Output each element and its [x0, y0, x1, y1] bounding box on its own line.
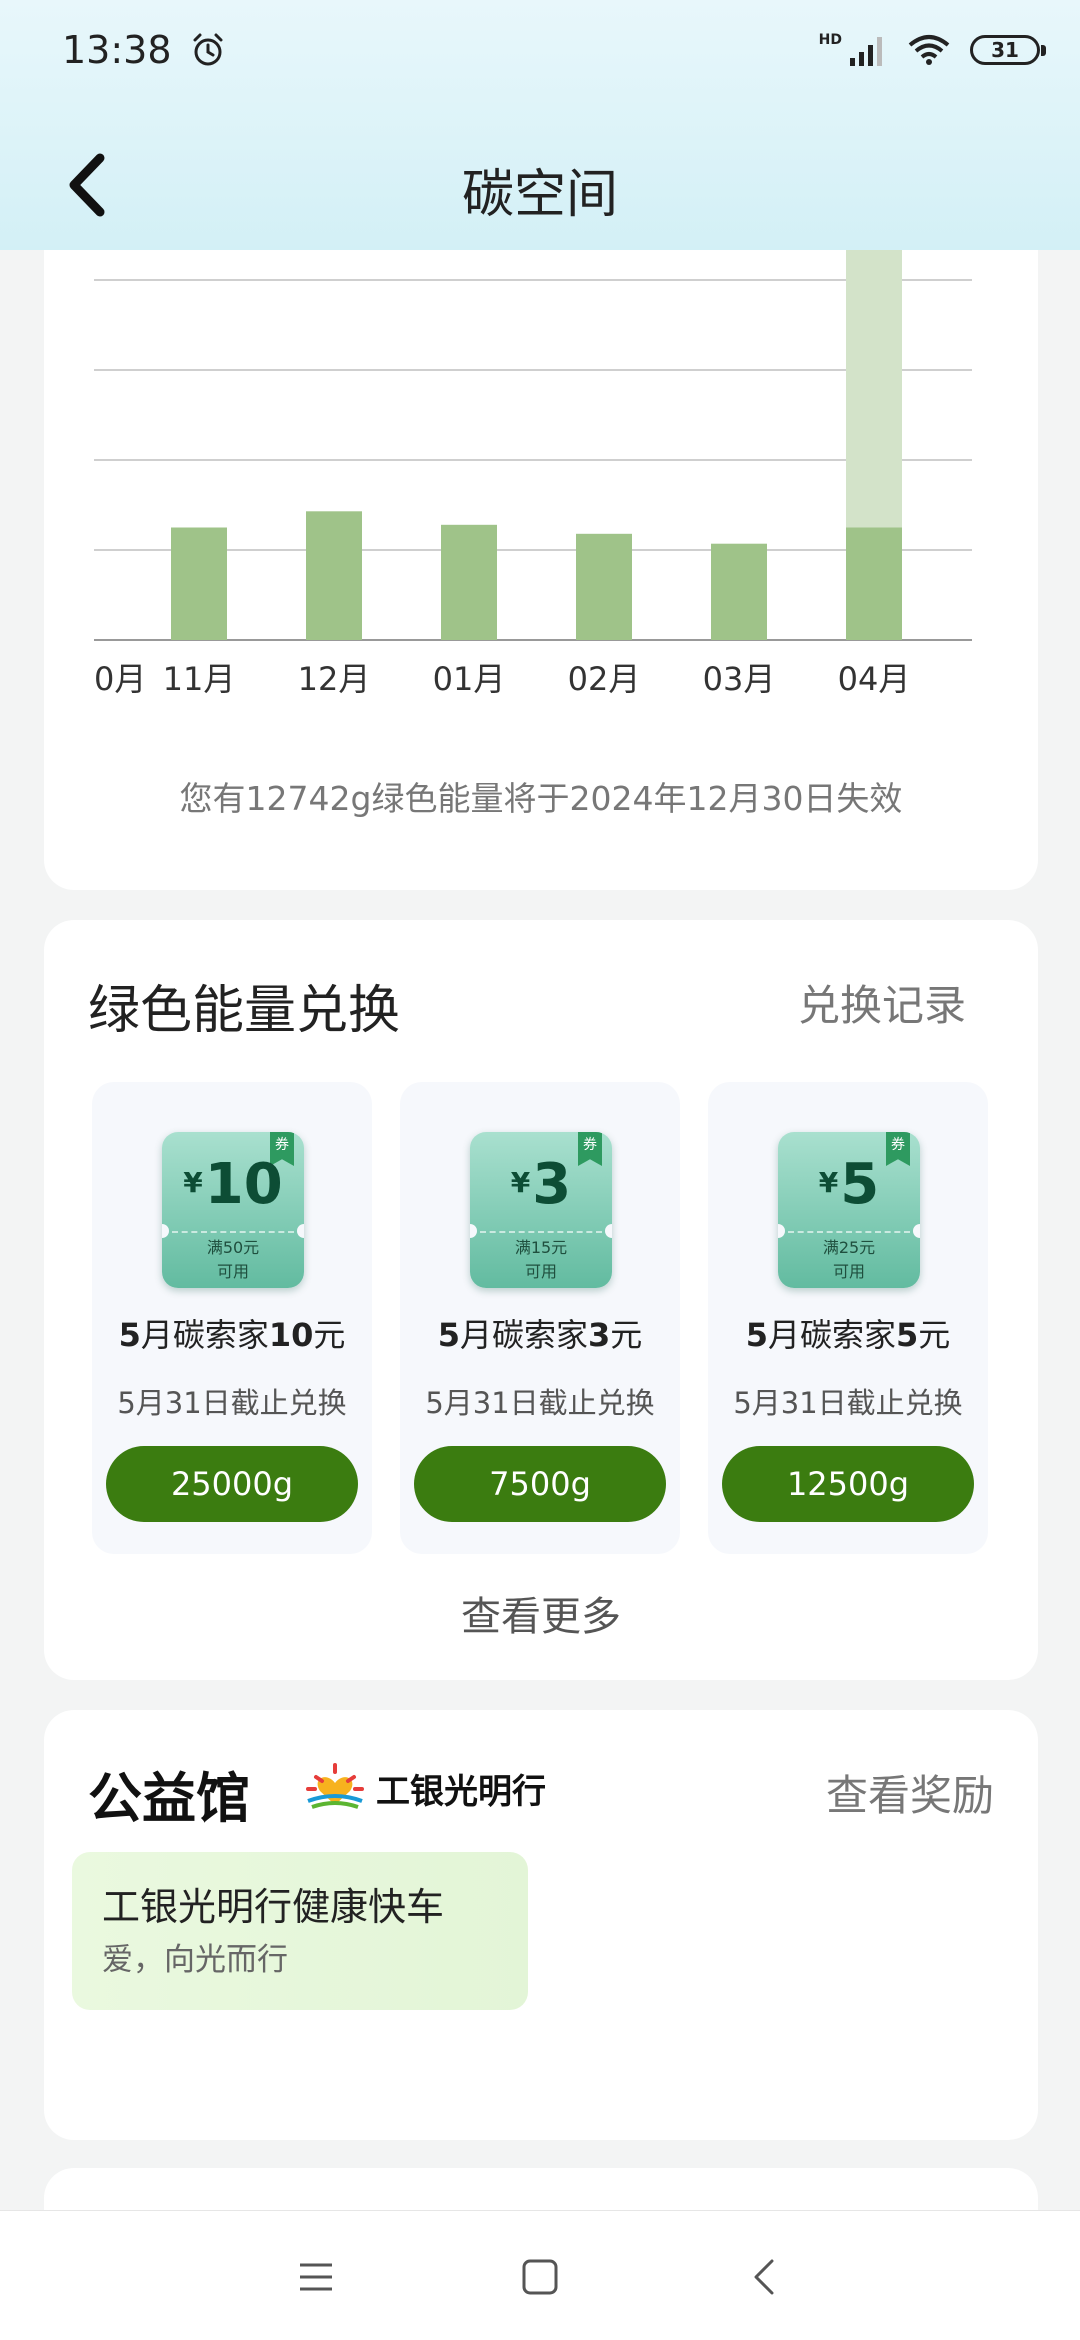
redeem-button[interactable]: 25000g: [106, 1446, 358, 1522]
home-icon[interactable]: [518, 2255, 562, 2299]
x-tick-label: 03月: [703, 660, 776, 698]
status-time: 13:38: [62, 28, 172, 72]
status-icons: HD 31: [818, 32, 1046, 66]
coupon-ticket-icon: 券 ¥10 满50元 可用: [162, 1132, 304, 1288]
coupon-deadline: 5月31日截止兑换: [733, 1386, 963, 1420]
coupon-amount: 10: [204, 1152, 283, 1217]
page-title: 碳空间: [461, 165, 618, 225]
exchange-title: 绿色能量兑换: [88, 981, 401, 1041]
coupon-ticket-icon: 券 ¥5 满25元 可用: [778, 1132, 920, 1288]
coupon-name: 5月碳索家10元: [118, 1316, 346, 1354]
coupon-deadline: 5月31日截止兑换: [425, 1386, 655, 1420]
coupon-name: 5月碳索家5元: [745, 1316, 951, 1354]
coupon-deadline: 5月31日截止兑换: [117, 1386, 347, 1420]
charity-project-subtitle: 爱，向光而行: [102, 1942, 288, 1978]
x-tick-label: 02月: [568, 660, 641, 698]
redeem-button[interactable]: 7500g: [414, 1446, 666, 1522]
battery-icon: 31: [970, 35, 1046, 65]
back-icon[interactable]: [744, 2255, 788, 2299]
yen-sign: ¥: [510, 1166, 531, 1199]
energy-exchange-card: 绿色能量兑换 兑换记录 券 ¥10 满50元 可用 5月碳索家10元 5月31日截…: [44, 920, 1038, 1680]
coupon-name: 5月碳索家3元: [437, 1316, 643, 1354]
coupon-condition: 满50元: [206, 1238, 260, 1257]
view-rewards-link[interactable]: 查看奖励: [826, 1762, 994, 1823]
hd-indicator: HD: [818, 32, 842, 48]
monthly-energy-chart: 0月 11月 12月 01月 02月 03月 04月: [94, 244, 972, 698]
chart-bar[interactable]: [306, 511, 362, 640]
x-tick-label: 0月: [94, 660, 146, 698]
charity-project-item[interactable]: 工银光明行健康快车 爱，向光而行: [72, 1852, 528, 2010]
view-more-link[interactable]: 查看更多: [44, 1584, 1038, 1642]
charity-title: 公益馆: [88, 1767, 250, 1830]
x-tick-label: 01月: [433, 660, 506, 698]
chart-bar[interactable]: [846, 527, 902, 641]
coupon-usable: 可用: [832, 1262, 865, 1281]
chart-bar[interactable]: [171, 527, 227, 641]
battery-level: 31: [991, 38, 1019, 62]
menu-icon[interactable]: [294, 2255, 338, 2299]
exchange-record-link[interactable]: 兑换记录: [798, 972, 966, 1033]
x-tick-label: 11月: [163, 660, 236, 698]
signal-icon: [850, 37, 882, 66]
coupon-condition: 满15元: [514, 1238, 568, 1257]
x-tick-label: 04月: [838, 660, 911, 698]
coupon-usable: 可用: [216, 1262, 249, 1281]
coupon-card[interactable]: 券 ¥5 满25元 可用 5月碳索家5元 5月31日截止兑换 12500g: [708, 1082, 988, 1554]
sun-heart-logo-icon: [306, 1763, 364, 1809]
expire-notice: 您有12742g绿色能量将于2024年12月30日失效: [179, 779, 903, 818]
coupon-usable: 可用: [524, 1262, 557, 1281]
charity-logo: 工银光明行: [302, 1758, 546, 1818]
coupon-condition: 满25元: [822, 1238, 876, 1257]
x-tick-label: 12月: [298, 660, 371, 698]
coupon-card[interactable]: 券 ¥10 满50元 可用 5月碳索家10元 5月31日截止兑换 25000g: [92, 1082, 372, 1554]
coupon-card[interactable]: 券 ¥3 满15元 可用 5月碳索家3元 5月31日截止兑换 7500g: [400, 1082, 680, 1554]
charity-project-title: 工银光明行健康快车: [102, 1885, 445, 1929]
chart-bar[interactable]: [576, 533, 632, 640]
app-header: 13:38 HD 31 碳空间: [0, 0, 1080, 250]
chart-bar[interactable]: [441, 524, 497, 640]
wifi-icon: [908, 35, 950, 65]
alarm-icon: [193, 33, 223, 66]
redeem-button[interactable]: 12500g: [722, 1446, 974, 1522]
charity-card: 公益馆 工银光明行 查看奖励 工银光明行健康快车 爱，向光而行: [44, 1710, 1038, 2140]
yen-sign: ¥: [183, 1166, 203, 1199]
nav-bar: 碳空间: [0, 140, 1080, 230]
charity-logo-text: 工银光明行: [376, 1771, 546, 1812]
coupon-amount: 3: [532, 1152, 572, 1217]
coupon-ticket-icon: 券 ¥3 满15元 可用: [470, 1132, 612, 1288]
system-nav-bar: [0, 2210, 1080, 2340]
status-bar: 13:38 HD 31: [62, 22, 1046, 78]
yen-sign: ¥: [818, 1166, 839, 1199]
coupon-amount: 5: [840, 1152, 880, 1217]
chart-bar[interactable]: [711, 543, 767, 640]
energy-chart-card: 0月 11月 12月 01月 02月 03月 04月 您有12742g绿色能量将于2024年…: [44, 200, 1038, 890]
